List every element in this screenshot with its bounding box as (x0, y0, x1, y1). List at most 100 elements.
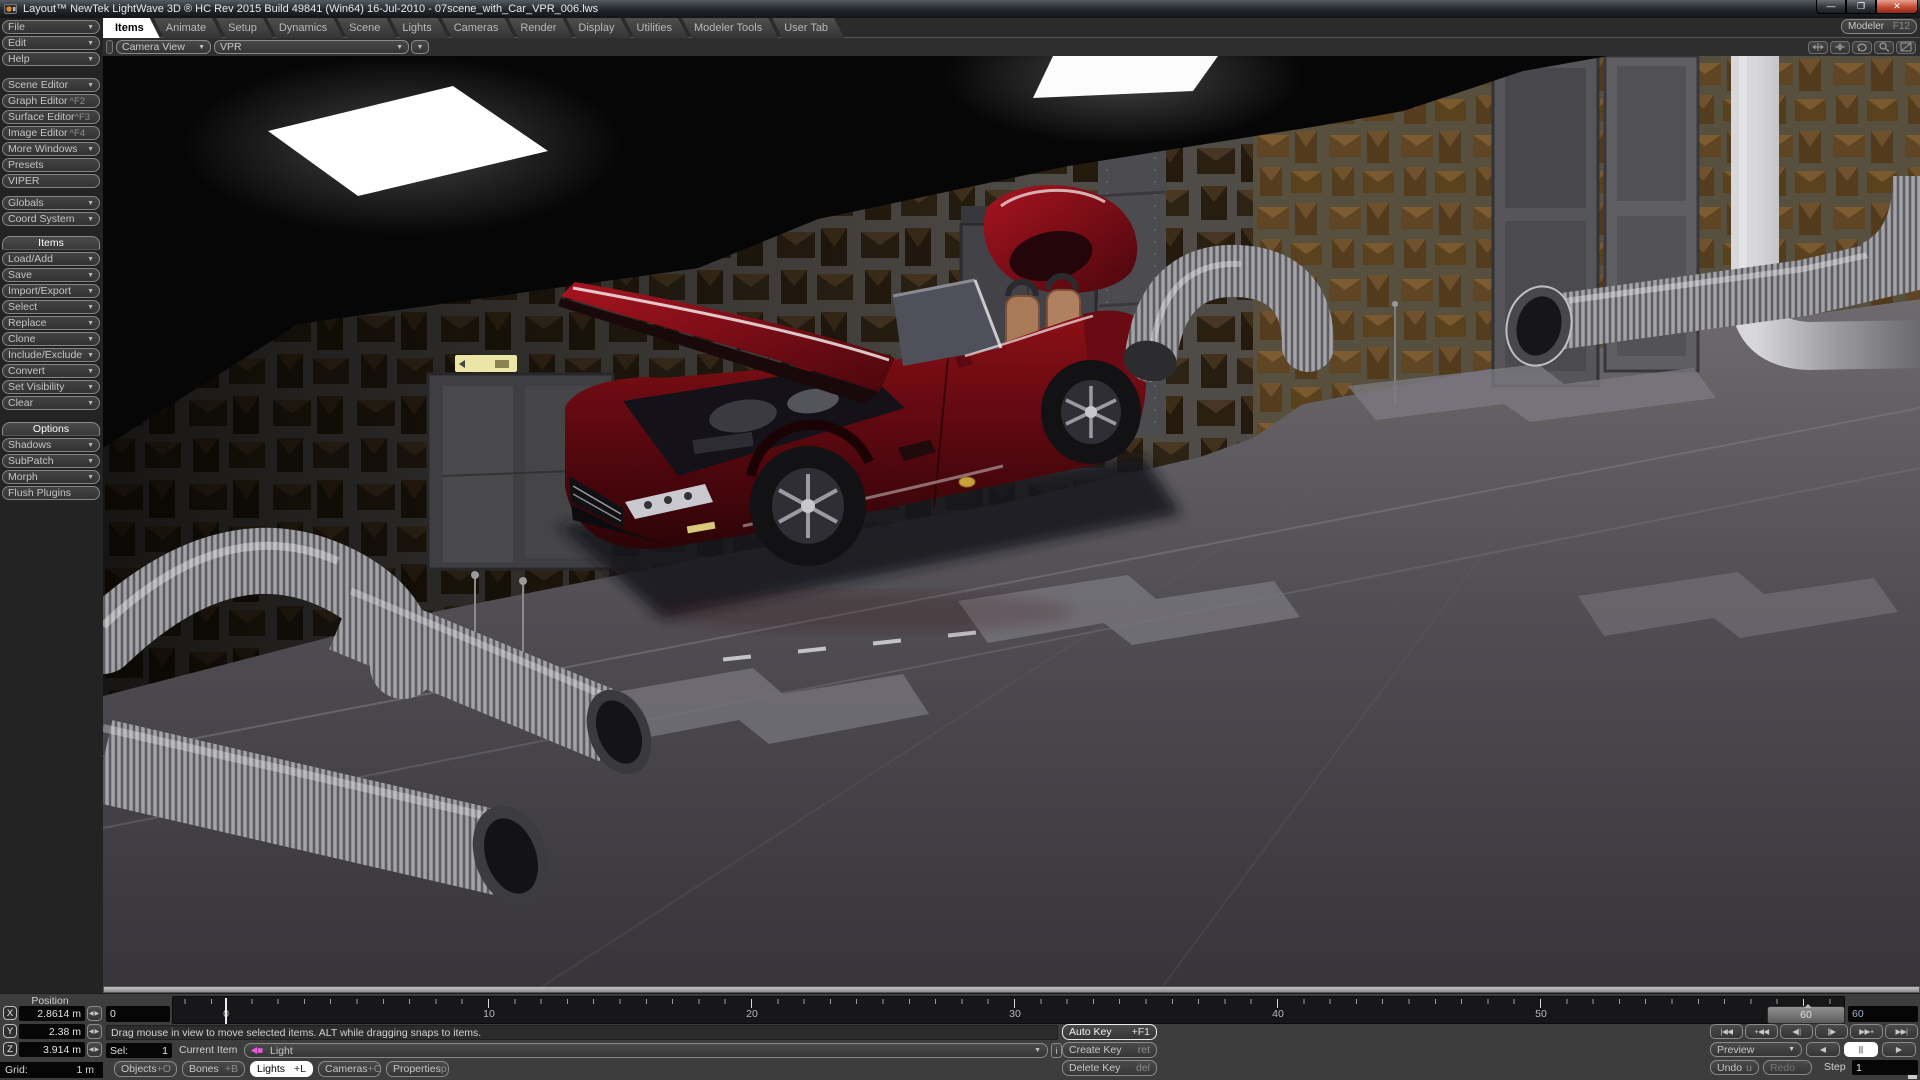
timeline-ruler[interactable]: 0102030405060 60 (172, 996, 1845, 1024)
zoom-icon[interactable] (1874, 41, 1894, 54)
item-type-button[interactable]: Lights +L (250, 1061, 313, 1077)
auto-key-button[interactable]: Auto Key +F1 (1062, 1024, 1157, 1040)
transport-button[interactable]: ▶▶| (1885, 1024, 1918, 1039)
sidebar-button[interactable]: Save ▼ (2, 268, 100, 282)
x-position-field[interactable]: 2.8614 m (19, 1006, 85, 1021)
menu-tab[interactable]: Dynamics (267, 18, 343, 38)
delete-key-button[interactable]: Delete Key del (1062, 1060, 1157, 1076)
item-type-button[interactable]: Cameras +C (318, 1061, 381, 1077)
sidebar-button[interactable]: Set Visibility ▼ (2, 380, 100, 394)
chevron-down-icon: ▼ (87, 352, 94, 359)
sidebar-button[interactable]: Help ▼ (2, 52, 100, 66)
x-axis-chip[interactable]: X (3, 1006, 17, 1020)
menu-tab[interactable]: Cameras (442, 18, 515, 38)
viewport-grip[interactable] (106, 40, 113, 54)
render-mode-dropdown[interactable]: VPR▼ (214, 40, 409, 54)
sidebar-button[interactable]: VIPER ▼ (2, 174, 100, 188)
create-key-button[interactable]: Create Key ret (1062, 1042, 1157, 1058)
selection-count-field: Sel: 1 (106, 1043, 172, 1058)
sidebar-button[interactable]: Scene Editor ▼ (2, 78, 100, 92)
viewport-options-button[interactable]: ▼ (411, 40, 429, 54)
sidebar-button[interactable]: Presets ▼ (2, 158, 100, 172)
z-position-field[interactable]: 3.914 m (19, 1042, 85, 1057)
y-spinner[interactable]: ◀▶ (87, 1024, 102, 1039)
item-info-button[interactable]: i (1051, 1043, 1062, 1058)
pan-icon[interactable] (1830, 41, 1850, 54)
item-type-button[interactable]: Bones +B (182, 1061, 245, 1077)
transport-button[interactable]: |◀◀ (1710, 1024, 1743, 1039)
sidebar-button[interactable]: Import/Export ▼ (2, 284, 100, 298)
viewport-3d-scene[interactable] (103, 56, 1920, 986)
current-frame-field[interactable]: 0 (106, 1006, 170, 1022)
sidebar-button[interactable]: Flush Plugins ▼ (2, 486, 100, 500)
sidebar-button[interactable]: Globals ▼ (2, 196, 100, 210)
transport-button[interactable]: +◀◀ (1745, 1024, 1778, 1039)
sidebar-button[interactable]: Include/Exclude ▼ (2, 348, 100, 362)
sidebar-button[interactable]: Load/Add ▼ (2, 252, 100, 266)
menu-tab[interactable]: Scene (337, 18, 396, 38)
minimize-button[interactable]: — (1816, 0, 1846, 14)
sidebar-button[interactable]: Graph Editor ^F2 ▼ (2, 94, 100, 108)
y-axis-chip[interactable]: Y (3, 1024, 17, 1038)
sidebar-button[interactable]: Select ▼ (2, 300, 100, 314)
play-button[interactable]: ▶ (1882, 1042, 1916, 1057)
sidebar-button[interactable]: Shadows ▼ (2, 438, 100, 452)
end-frame-field[interactable]: 60 (1848, 1006, 1918, 1022)
sidebar-button[interactable]: More Windows ▼ (2, 142, 100, 156)
close-button[interactable]: ✕ (1876, 0, 1918, 14)
view-mode-dropdown[interactable]: Camera View▼ (116, 40, 211, 54)
sidebar-button[interactable]: Edit ▼ (2, 36, 100, 50)
item-type-button[interactable]: Objects +O (114, 1061, 177, 1077)
transport-button[interactable]: ||▶ (1815, 1024, 1848, 1039)
viewport-bottom-scrollbar[interactable] (103, 986, 1920, 993)
chevron-down-icon: ▼ (87, 82, 94, 89)
menu-tab[interactable]: Utilities (625, 18, 688, 38)
current-item-label: Current Item (179, 1044, 237, 1056)
move-icon[interactable] (1808, 41, 1828, 54)
chevron-down-icon: ▼ (87, 474, 94, 481)
menu-tab[interactable]: Display (566, 18, 630, 38)
item-type-button[interactable]: Properties p (386, 1061, 449, 1077)
window-controls: — ❐ ✕ (1816, 0, 1918, 14)
menu-tab[interactable]: Setup (216, 18, 273, 38)
pause-button[interactable]: || (1844, 1042, 1878, 1057)
menu-tab[interactable]: Render (508, 18, 572, 38)
menu-tab[interactable]: User Tab (772, 18, 844, 38)
timeline-playhead[interactable] (225, 998, 227, 1024)
sidebar-button[interactable]: Replace ▼ (2, 316, 100, 330)
sidebar-button[interactable]: Coord System ▼ (2, 212, 100, 226)
redo-button[interactable]: Redo (1763, 1060, 1812, 1075)
modeler-button[interactable]: Modeler F12 (1841, 19, 1917, 34)
menu-tab[interactable]: Animate (154, 18, 222, 38)
z-axis-chip[interactable]: Z (3, 1042, 17, 1056)
z-spinner[interactable]: ◀▶ (87, 1042, 102, 1057)
y-position-field[interactable]: 2.38 m (19, 1024, 85, 1039)
rotate-icon[interactable] (1852, 41, 1872, 54)
step-field[interactable]: 1 (1852, 1060, 1918, 1075)
play-reverse-button[interactable]: ◀ (1806, 1042, 1840, 1057)
chevron-down-icon: ▼ (87, 400, 94, 407)
sidebar-button[interactable]: Convert ▼ (2, 364, 100, 378)
sidebar-editors-group: Scene Editor ▼ Graph Editor ^F2 ▼ Surfac… (2, 78, 100, 188)
resize-handle[interactable] (1908, 1075, 1917, 1079)
preview-dropdown[interactable]: Preview ▼ (1710, 1042, 1802, 1057)
expand-icon[interactable] (1896, 41, 1916, 54)
sidebar-button[interactable]: Surface Editor ^F3 ▼ (2, 110, 100, 124)
sidebar-button[interactable]: File ▼ (2, 20, 100, 34)
undo-button[interactable]: Undo u (1710, 1060, 1759, 1075)
menu-tab[interactable]: Items (103, 18, 160, 38)
sidebar-button[interactable]: Image Editor ^F4 ▼ (2, 126, 100, 140)
timeline-slider-handle[interactable]: 60 (1767, 1006, 1845, 1024)
sidebar-button[interactable]: Morph ▼ (2, 470, 100, 484)
current-item-dropdown[interactable]: Light ▼ (244, 1043, 1048, 1058)
menu-tab[interactable]: Lights (390, 18, 447, 38)
transport-button[interactable]: ▶▶+ (1850, 1024, 1883, 1039)
restore-button[interactable]: ❐ (1846, 0, 1876, 14)
sidebar-button[interactable]: SubPatch ▼ (2, 454, 100, 468)
sidebar-button[interactable]: Clear ▼ (2, 396, 100, 410)
menu-tab[interactable]: Modeler Tools (682, 18, 778, 38)
transport-button[interactable]: ◀|| (1780, 1024, 1813, 1039)
sidebar-button[interactable]: Clone ▼ (2, 332, 100, 346)
chevron-down-icon: ▼ (190, 44, 205, 51)
x-spinner[interactable]: ◀▶ (87, 1006, 102, 1021)
